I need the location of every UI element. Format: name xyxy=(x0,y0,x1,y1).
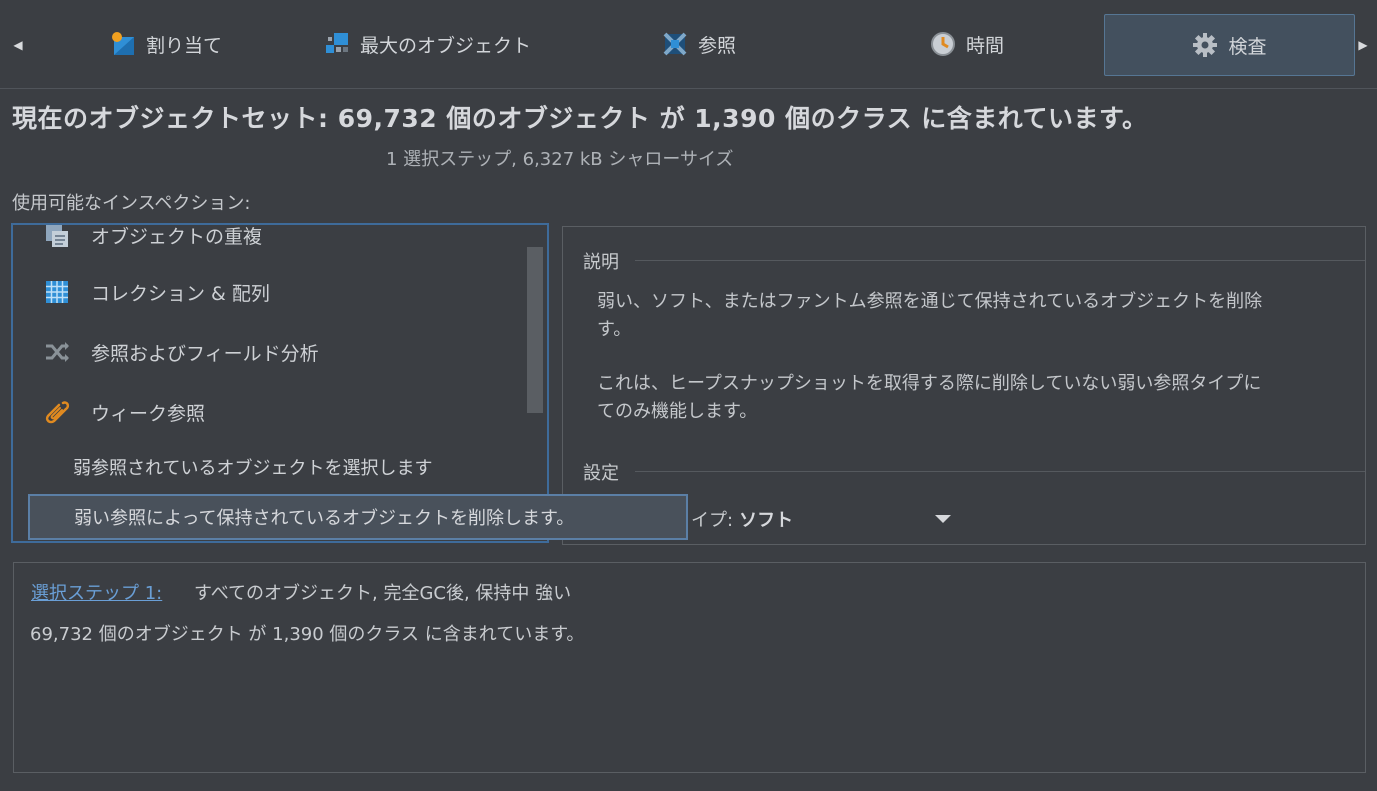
list-item-label: 参照およびフィールド分析 xyxy=(91,342,319,365)
collections-grid-icon xyxy=(43,278,71,306)
reference-analysis-icon xyxy=(43,338,71,366)
scroll-tabs-left-icon[interactable]: ◀ xyxy=(10,30,26,60)
object-count-summary: 69,732 個のオブジェクト が 1,390 個のクラス に含まれています。 xyxy=(30,624,585,645)
view-tab-bar: ◀ 割り当て 最大のオブジェクト 参照 時間 検査 ▶ xyxy=(0,0,1377,89)
scrollbar-thumb[interactable] xyxy=(527,247,543,413)
description-section-label: 説明 xyxy=(583,252,619,273)
description-line: 弱い、ソフト、またはファントム参照を通じて保持されているオブジェクトを削除 xyxy=(597,291,1263,312)
list-item-label: ウィーク参照 xyxy=(91,402,206,425)
tab-time[interactable]: 時間 xyxy=(930,14,1070,74)
tab-label: 参照 xyxy=(698,34,737,57)
settings-section-label: 設定 xyxy=(583,463,619,484)
option-label: 弱い参照によって保持されているオブジェクトを削除します。 xyxy=(74,508,575,529)
allocation-icon xyxy=(110,31,136,57)
reference-type-setting: イプ: ソフト xyxy=(691,506,793,532)
tab-label: 割り当て xyxy=(146,34,223,57)
tab-allocations[interactable]: 割り当て xyxy=(110,14,290,74)
description-line: す。 xyxy=(597,319,632,340)
selection-step-description: すべてのオブジェクト, 完全GC後, 保持中 強い xyxy=(194,583,572,604)
available-inspections-label: 使用可能なインスペクション: xyxy=(12,193,251,214)
references-icon xyxy=(662,31,688,57)
tab-inspections[interactable]: 検査 xyxy=(1104,14,1355,76)
list-item-label: オブジェクトの重複 xyxy=(91,225,263,248)
scroll-tabs-right-icon[interactable]: ▶ xyxy=(1355,30,1371,60)
weak-reference-icon xyxy=(43,398,71,426)
tab-label: 時間 xyxy=(966,34,1005,57)
list-item-collections-arrays[interactable]: コレクション & 配列 xyxy=(43,272,270,312)
tab-references[interactable]: 参照 xyxy=(662,14,802,74)
list-item-reference-field-analysis[interactable]: 参照およびフィールド分析 xyxy=(43,332,319,372)
reference-type-select[interactable]: ソフト xyxy=(739,510,793,531)
option-select-weakly-referenced[interactable]: 弱参照されているオブジェクトを選択します xyxy=(73,454,432,480)
gear-icon xyxy=(1192,32,1218,58)
tab-biggest-objects[interactable]: 最大のオブジェクト xyxy=(324,14,574,74)
option-remove-weakly-retained[interactable]: 弱い参照によって保持されているオブジェクトを削除します。 xyxy=(28,494,688,540)
selection-step-link[interactable]: 選択ステップ 1: xyxy=(31,579,162,605)
section-divider xyxy=(635,471,1365,472)
biggest-objects-icon xyxy=(324,31,350,57)
duplicate-objects-icon xyxy=(43,225,71,249)
tab-label: 最大のオブジェクト xyxy=(360,34,532,57)
selection-steps-panel: 選択ステップ 1: すべてのオブジェクト, 完全GC後, 保持中 強い 69,7… xyxy=(13,562,1366,773)
list-item-weak-references[interactable]: ウィーク参照 xyxy=(43,392,205,432)
list-item-duplicate-objects[interactable]: オブジェクトの重複 xyxy=(43,225,263,255)
list-item-label: コレクション & 配列 xyxy=(91,282,270,305)
section-divider xyxy=(635,260,1365,261)
tab-label: 検査 xyxy=(1228,35,1267,58)
object-set-summary: 1 選択ステップ, 6,327 kB シャローサイズ xyxy=(386,149,734,170)
chevron-down-icon[interactable] xyxy=(935,515,951,523)
description-line: てのみ機能します。 xyxy=(597,401,758,422)
setting-label: イプ: xyxy=(691,510,734,531)
time-icon xyxy=(930,31,956,57)
description-line: これは、ヒープスナップショットを取得する際に削除していない弱い参照タイプに xyxy=(597,373,1262,394)
page-title: 現在のオブジェクトセット: 69,732 個のオブジェクト が 1,390 個の… xyxy=(12,104,1148,133)
